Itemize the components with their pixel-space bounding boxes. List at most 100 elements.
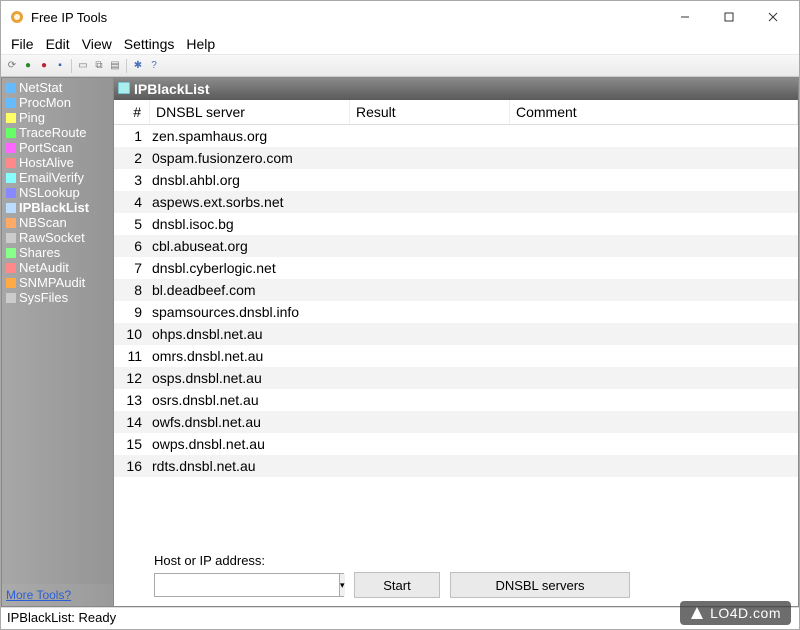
- minimize-button[interactable]: [663, 3, 707, 31]
- host-combo[interactable]: ▾: [154, 573, 344, 597]
- sidebar-item-sysfiles[interactable]: SysFiles: [4, 290, 111, 305]
- toolbar-help-icon[interactable]: ?: [147, 59, 161, 73]
- close-button[interactable]: [751, 3, 795, 31]
- row-server: dnsbl.isoc.bg: [150, 213, 798, 235]
- sidebar-item-hostalive[interactable]: HostAlive: [4, 155, 111, 170]
- row-server: rdts.dnsbl.net.au: [150, 455, 798, 477]
- dnsbl-servers-button[interactable]: DNSBL servers: [450, 572, 630, 598]
- toolbar: ⟳ ● ● ▪ ▭ ⧉ ▤ ✱ ?: [1, 55, 799, 77]
- col-num[interactable]: #: [114, 100, 150, 124]
- sidebar-item-nbscan[interactable]: NBScan: [4, 215, 111, 230]
- sidebar-item-label: NBScan: [19, 215, 67, 230]
- toolbar-go-icon[interactable]: ●: [21, 59, 35, 73]
- row-num: 6: [114, 235, 150, 257]
- row-server: osps.dnsbl.net.au: [150, 367, 798, 389]
- menu-edit[interactable]: Edit: [40, 34, 76, 54]
- sidebar-item-label: Ping: [19, 110, 45, 125]
- menu-file[interactable]: File: [5, 34, 40, 54]
- sidebar-item-shares[interactable]: Shares: [4, 245, 111, 260]
- col-comment[interactable]: Comment: [510, 100, 798, 124]
- sidebar-item-traceroute[interactable]: TraceRoute: [4, 125, 111, 140]
- menu-settings[interactable]: Settings: [118, 34, 181, 54]
- row-server: dnsbl.cyberlogic.net: [150, 257, 798, 279]
- panel-icon: [118, 81, 130, 97]
- app-window: Free IP Tools File Edit View Settings He…: [0, 0, 800, 630]
- row-server: aspews.ext.sorbs.net: [150, 191, 798, 213]
- table-row[interactable]: 15owps.dnsbl.net.au: [114, 433, 798, 455]
- sidebar-item-netaudit[interactable]: NetAudit: [4, 260, 111, 275]
- toolbar-settings-icon[interactable]: ✱: [131, 59, 145, 73]
- table-row[interactable]: 13osrs.dnsbl.net.au: [114, 389, 798, 411]
- tool-icon: [6, 188, 16, 198]
- start-button[interactable]: Start: [354, 572, 440, 598]
- table-rows[interactable]: 1zen.spamhaus.org20spam.fusionzero.com3d…: [114, 125, 798, 543]
- sidebar-item-snmpaudit[interactable]: SNMPAudit: [4, 275, 111, 290]
- row-num: 8: [114, 279, 150, 301]
- sidebar: NetStatProcMonPingTraceRoutePortScanHost…: [1, 77, 114, 607]
- row-num: 15: [114, 433, 150, 455]
- table-row[interactable]: 9spamsources.dnsbl.info: [114, 301, 798, 323]
- row-num: 9: [114, 301, 150, 323]
- sidebar-item-ping[interactable]: Ping: [4, 110, 111, 125]
- sidebar-item-label: HostAlive: [19, 155, 74, 170]
- table-row[interactable]: 7dnsbl.cyberlogic.net: [114, 257, 798, 279]
- host-input[interactable]: [155, 574, 339, 596]
- toolbar-refresh-icon[interactable]: ⟳: [5, 59, 19, 73]
- sidebar-item-nslookup[interactable]: NSLookup: [4, 185, 111, 200]
- table-row[interactable]: 12osps.dnsbl.net.au: [114, 367, 798, 389]
- toolbar-save-icon[interactable]: ▪: [53, 59, 67, 73]
- maximize-button[interactable]: [707, 3, 751, 31]
- toolbar-stop-icon[interactable]: ●: [37, 59, 51, 73]
- sidebar-item-rawsocket[interactable]: RawSocket: [4, 230, 111, 245]
- menu-help[interactable]: Help: [180, 34, 221, 54]
- table-row[interactable]: 8bl.deadbeef.com: [114, 279, 798, 301]
- tool-icon: [6, 128, 16, 138]
- tool-icon: [6, 173, 16, 183]
- chevron-down-icon[interactable]: ▾: [339, 574, 345, 596]
- sidebar-item-portscan[interactable]: PortScan: [4, 140, 111, 155]
- col-server[interactable]: DNSBL server: [150, 100, 350, 124]
- toolbar-sep2: [126, 59, 127, 73]
- sidebar-item-procmon[interactable]: ProcMon: [4, 95, 111, 110]
- row-server: ohps.dnsbl.net.au: [150, 323, 798, 345]
- table-row[interactable]: 16rdts.dnsbl.net.au: [114, 455, 798, 477]
- sidebar-item-ipblacklist[interactable]: IPBlackList: [4, 200, 111, 215]
- row-num: 13: [114, 389, 150, 411]
- sidebar-item-label: RawSocket: [19, 230, 85, 245]
- sidebar-item-netstat[interactable]: NetStat: [4, 80, 111, 95]
- table-row[interactable]: 4aspews.ext.sorbs.net: [114, 191, 798, 213]
- row-server: owps.dnsbl.net.au: [150, 433, 798, 455]
- row-num: 1: [114, 125, 150, 147]
- toolbar-sep: [71, 59, 72, 73]
- table-row[interactable]: 1zen.spamhaus.org: [114, 125, 798, 147]
- row-server: omrs.dnsbl.net.au: [150, 345, 798, 367]
- host-label: Host or IP address:: [154, 553, 786, 568]
- row-server: dnsbl.ahbl.org: [150, 169, 798, 191]
- toolbar-clear-icon[interactable]: ▭: [76, 59, 90, 73]
- panel-header: IPBlackList: [114, 78, 798, 100]
- tool-icon: [6, 248, 16, 258]
- table-row[interactable]: 6cbl.abuseat.org: [114, 235, 798, 257]
- tool-icon: [6, 218, 16, 228]
- table-row[interactable]: 14owfs.dnsbl.net.au: [114, 411, 798, 433]
- body: NetStatProcMonPingTraceRoutePortScanHost…: [1, 77, 799, 607]
- sidebar-item-label: NetAudit: [19, 260, 69, 275]
- tool-icon: [6, 158, 16, 168]
- col-result[interactable]: Result: [350, 100, 510, 124]
- table-row[interactable]: 11omrs.dnsbl.net.au: [114, 345, 798, 367]
- sidebar-item-emailverify[interactable]: EmailVerify: [4, 170, 111, 185]
- row-server: zen.spamhaus.org: [150, 125, 798, 147]
- table-row[interactable]: 20spam.fusionzero.com: [114, 147, 798, 169]
- menu-view[interactable]: View: [76, 34, 118, 54]
- window-title: Free IP Tools: [31, 10, 663, 25]
- toolbar-copy-icon[interactable]: ⧉: [92, 59, 106, 73]
- toolbar-print-icon[interactable]: ▤: [108, 59, 122, 73]
- sidebar-item-label: PortScan: [19, 140, 72, 155]
- row-num: 2: [114, 147, 150, 169]
- table-row[interactable]: 10ohps.dnsbl.net.au: [114, 323, 798, 345]
- sidebar-item-label: EmailVerify: [19, 170, 84, 185]
- table-row[interactable]: 3dnsbl.ahbl.org: [114, 169, 798, 191]
- tool-icon: [6, 263, 16, 273]
- more-tools-link[interactable]: More Tools?: [2, 584, 113, 606]
- table-row[interactable]: 5dnsbl.isoc.bg: [114, 213, 798, 235]
